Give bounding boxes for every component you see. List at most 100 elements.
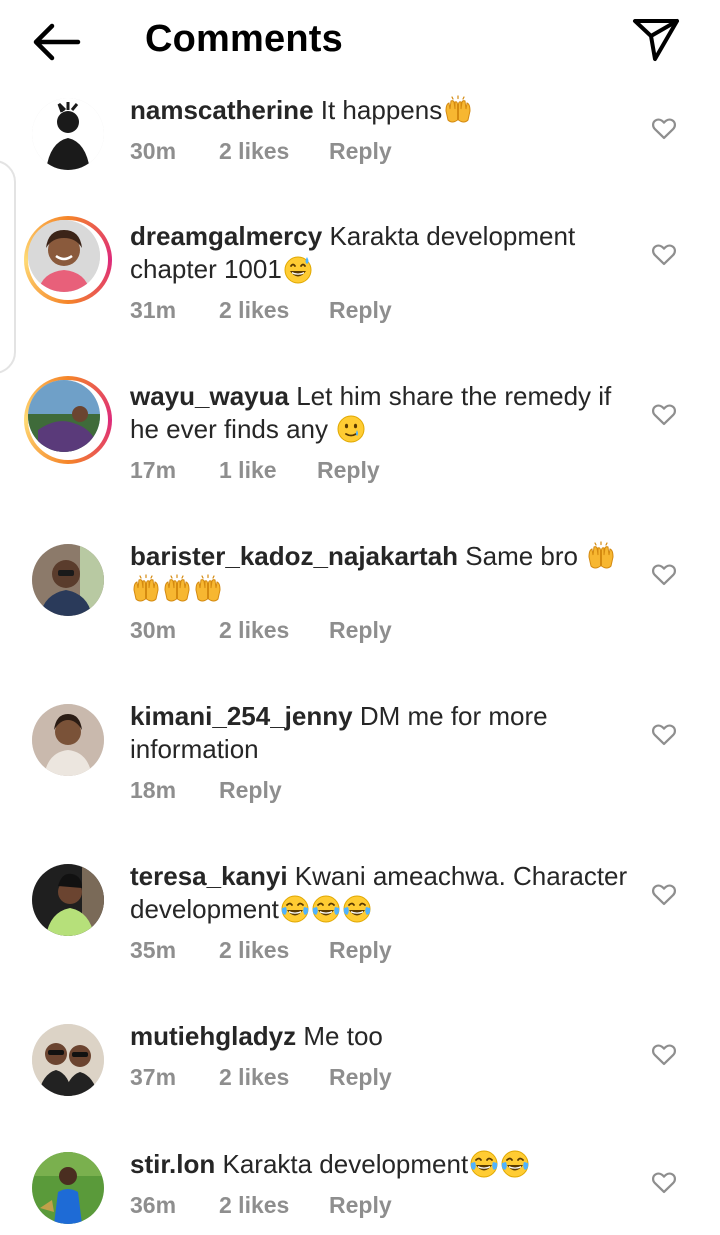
comment-timestamp: 36m [130, 1192, 177, 1218]
avatar [32, 98, 104, 170]
avatar-button[interactable] [32, 864, 104, 936]
avatar [32, 1152, 104, 1224]
avatar [32, 1024, 104, 1096]
comment-username[interactable]: kimani_254_jenny [130, 701, 353, 731]
comment-text: barister_kadoz_najakartah Same bro [130, 540, 630, 606]
comment-username[interactable]: wayu_wayua [130, 381, 289, 411]
tears-of-joy-emoji-icon [342, 894, 372, 924]
back-button[interactable] [30, 20, 82, 64]
reply-button[interactable]: Reply [219, 777, 282, 804]
grinning-sweat-emoji-icon [283, 254, 313, 284]
likes-count-button[interactable]: 2 likes [219, 138, 289, 165]
likes-count-button[interactable]: 2 likes [219, 297, 289, 324]
comment-username[interactable]: mutiehgladyz [130, 1021, 296, 1051]
likes-count-button[interactable]: 2 likes [219, 937, 289, 964]
avatar-button[interactable] [32, 544, 104, 616]
profile-photo [32, 1152, 104, 1224]
comment-text: dreamgalmercy Karakta development chapte… [130, 220, 630, 286]
avatar [28, 220, 100, 292]
heart-icon [652, 1172, 676, 1194]
comment-username[interactable]: stir.lon [130, 1149, 215, 1179]
comment-text: wayu_wayua Let him share the remedy if h… [130, 380, 630, 446]
avatar-button[interactable] [32, 1152, 104, 1224]
tears-of-joy-emoji-icon [500, 1149, 530, 1179]
comment-timestamp: 37m [130, 1064, 177, 1090]
avatar-button[interactable] [24, 216, 112, 304]
comment-text: kimani_254_jenny DM me for more informat… [130, 700, 630, 766]
smiling-with-tear-emoji-icon [336, 414, 366, 444]
tears-of-joy-emoji-icon [311, 894, 341, 924]
comment-username[interactable]: namscatherine [130, 95, 314, 125]
likes-count-button[interactable]: 2 likes [219, 1192, 289, 1219]
profile-photo [32, 704, 104, 776]
heart-icon [652, 244, 676, 266]
reply-button[interactable]: Reply [317, 457, 380, 484]
header: Comments [0, 0, 720, 84]
profile-photo [32, 98, 104, 170]
comment-body: Same bro [465, 541, 586, 571]
avatar [32, 544, 104, 616]
comment-body: Karakta development [222, 1149, 469, 1179]
profile-photo [32, 1024, 104, 1096]
comment-timestamp: 17m [130, 457, 177, 483]
raising-hands-emoji-icon [586, 541, 616, 571]
reply-button[interactable]: Reply [329, 937, 392, 964]
heart-icon [652, 884, 676, 906]
comment-username[interactable]: dreamgalmercy [130, 221, 322, 251]
comment-body: It happens [320, 95, 443, 125]
reply-button[interactable]: Reply [329, 617, 392, 644]
like-button[interactable] [650, 1168, 678, 1196]
comment-timestamp: 30m [130, 617, 177, 643]
heart-icon [652, 404, 676, 426]
profile-photo [28, 380, 100, 452]
avatar-button[interactable] [32, 704, 104, 776]
arrow-left-icon [33, 23, 81, 61]
comment-username[interactable]: barister_kadoz_najakartah [130, 541, 458, 571]
share-button[interactable] [630, 16, 682, 64]
like-button[interactable] [650, 114, 678, 142]
comment-timestamp: 18m [130, 777, 177, 803]
reply-button[interactable]: Reply [329, 1064, 392, 1091]
like-button[interactable] [650, 400, 678, 428]
like-button[interactable] [650, 240, 678, 268]
comment-timestamp: 35m [130, 937, 177, 963]
raising-hands-emoji-icon [131, 574, 161, 604]
likes-count-button[interactable]: 2 likes [219, 617, 289, 644]
heart-icon [652, 118, 676, 140]
avatar-button[interactable] [32, 1024, 104, 1096]
profile-photo [32, 544, 104, 616]
profile-photo [32, 864, 104, 936]
side-panel-edge[interactable] [0, 160, 16, 374]
profile-photo [28, 220, 100, 292]
page-title: Comments [145, 18, 343, 60]
avatar [28, 380, 100, 452]
heart-icon [652, 1044, 676, 1066]
raising-hands-emoji-icon [193, 574, 223, 604]
like-button[interactable] [650, 880, 678, 908]
comment-body: Me too [303, 1021, 383, 1051]
likes-count-button[interactable]: 2 likes [219, 1064, 289, 1091]
avatar [32, 864, 104, 936]
reply-button[interactable]: Reply [329, 297, 392, 324]
like-button[interactable] [650, 560, 678, 588]
raising-hands-emoji-icon [443, 95, 473, 125]
likes-count-button[interactable]: 1 like [219, 457, 277, 484]
comment-timestamp: 31m [130, 297, 177, 323]
comment-username[interactable]: teresa_kanyi [130, 861, 288, 891]
reply-button[interactable]: Reply [329, 1192, 392, 1219]
tears-of-joy-emoji-icon [280, 894, 310, 924]
avatar-button[interactable] [24, 376, 112, 464]
like-button[interactable] [650, 1040, 678, 1068]
comment-timestamp: 30m [130, 138, 177, 164]
avatar [32, 704, 104, 776]
raising-hands-emoji-icon [162, 574, 192, 604]
reply-button[interactable]: Reply [329, 138, 392, 165]
tears-of-joy-emoji-icon [469, 1149, 499, 1179]
comment-text: stir.lon Karakta development [130, 1148, 630, 1181]
comment-text: mutiehgladyz Me too [130, 1020, 630, 1053]
heart-icon [652, 724, 676, 746]
avatar-button[interactable] [32, 98, 104, 170]
like-button[interactable] [650, 720, 678, 748]
comment-text: namscatherine It happens [130, 94, 630, 127]
paper-plane-icon [633, 19, 679, 61]
